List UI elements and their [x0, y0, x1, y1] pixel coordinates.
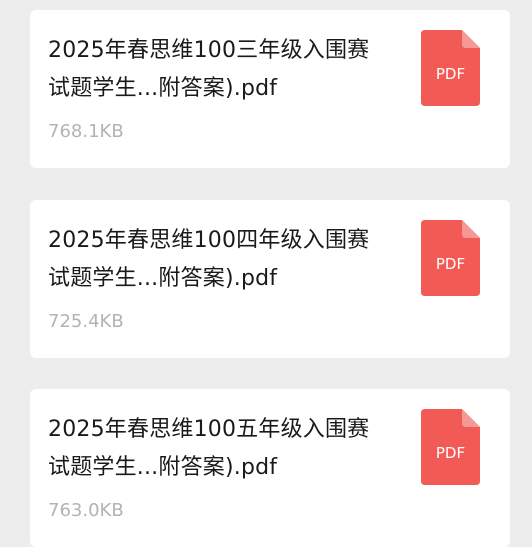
file-name: 2025年春思维100四年级入围赛试题学生...附答案).pdf — [48, 228, 370, 291]
file-list: 2025年春思维100三年级入围赛试题学生...附答案).pdf 768.1KB… — [0, 0, 532, 547]
file-card[interactable]: 2025年春思维100四年级入围赛试题学生...附答案).pdf 725.4KB… — [30, 200, 510, 358]
file-name: 2025年春思维100五年级入围赛试题学生...附答案).pdf — [48, 417, 370, 480]
file-card[interactable]: 2025年春思维100三年级入围赛试题学生...附答案).pdf 768.1KB… — [30, 10, 510, 168]
pdf-icon: PDF — [421, 30, 480, 106]
pdf-icon-label: PDF — [436, 255, 465, 273]
file-size: 768.1KB — [48, 121, 124, 142]
pdf-icon-label: PDF — [436, 65, 465, 83]
pdf-icon-label: PDF — [436, 444, 465, 462]
file-size: 763.0KB — [48, 500, 124, 521]
pdf-icon: PDF — [421, 220, 480, 296]
file-card[interactable]: 2025年春思维100五年级入围赛试题学生...附答案).pdf 763.0KB… — [30, 389, 510, 547]
file-name: 2025年春思维100三年级入围赛试题学生...附答案).pdf — [48, 38, 370, 101]
file-size: 725.4KB — [48, 311, 124, 332]
pdf-icon: PDF — [421, 409, 480, 485]
